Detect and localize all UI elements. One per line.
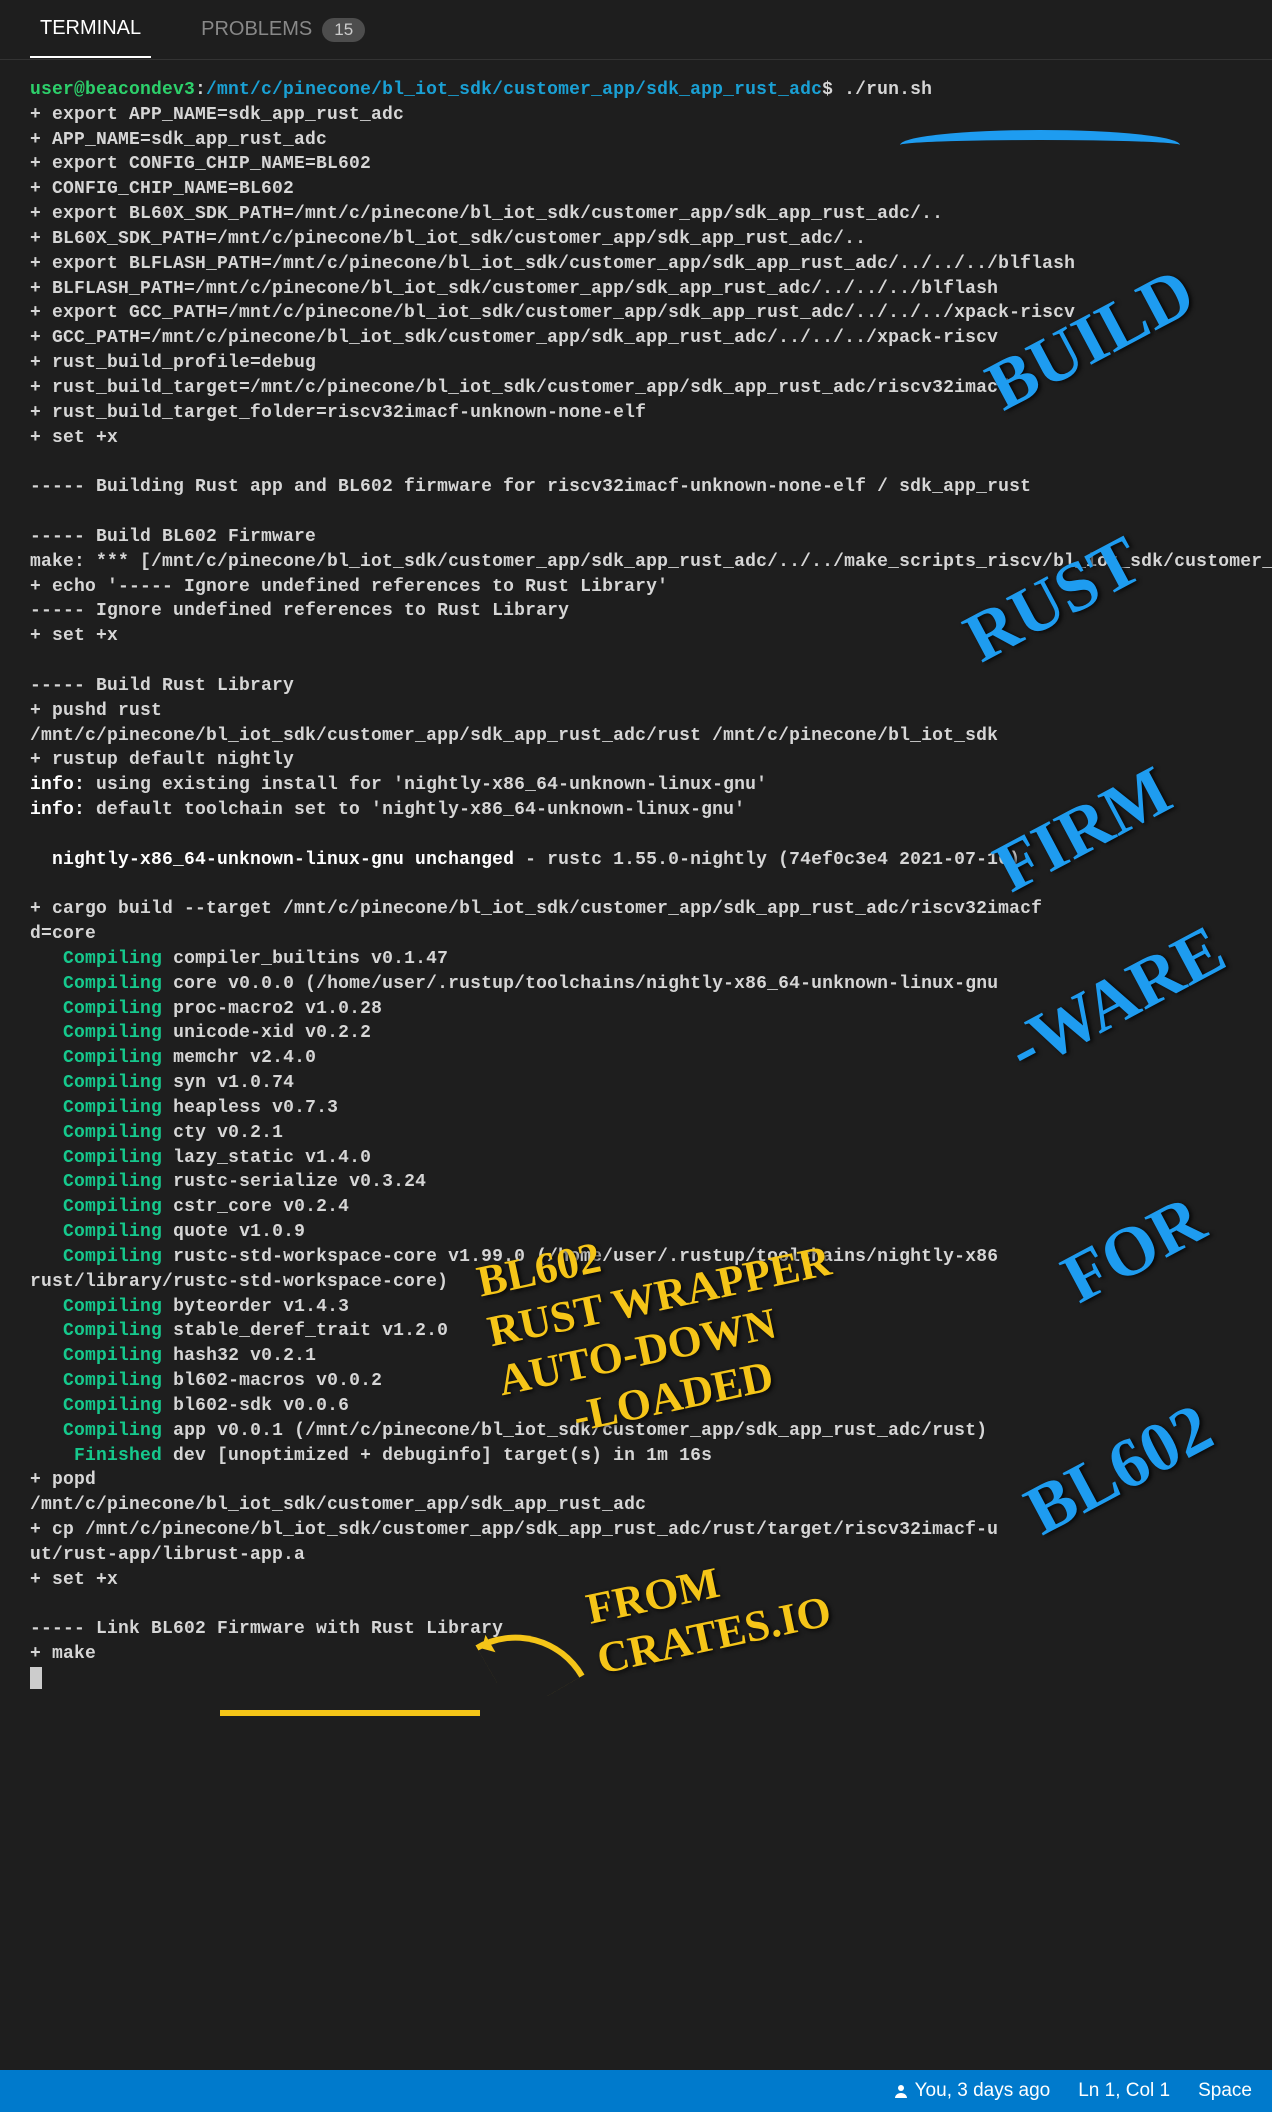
status-blame-text: You, 3 days ago [915, 2080, 1051, 2102]
annotation-underline-cyan [900, 130, 1180, 160]
status-indent[interactable]: Space [1198, 2080, 1252, 2102]
tab-terminal[interactable]: TERMINAL [30, 1, 151, 58]
tab-problems-label: PROBLEMS [201, 18, 312, 41]
tab-problems[interactable]: PROBLEMS 15 [191, 2, 375, 58]
annotation-underline-yellow [220, 1710, 480, 1716]
terminal-output[interactable]: user@beacondev3:/mnt/c/pinecone/bl_iot_s… [0, 60, 1272, 1710]
status-cursor-pos[interactable]: Ln 1, Col 1 [1078, 2080, 1170, 2102]
panel-tab-bar: TERMINAL PROBLEMS 15 [0, 0, 1272, 60]
problems-count-badge: 15 [322, 18, 365, 42]
tab-terminal-label: TERMINAL [40, 17, 141, 40]
status-bar: You, 3 days ago Ln 1, Col 1 Space [0, 2070, 1272, 2112]
status-blame[interactable]: You, 3 days ago [893, 2080, 1051, 2102]
person-icon [893, 2083, 909, 2099]
